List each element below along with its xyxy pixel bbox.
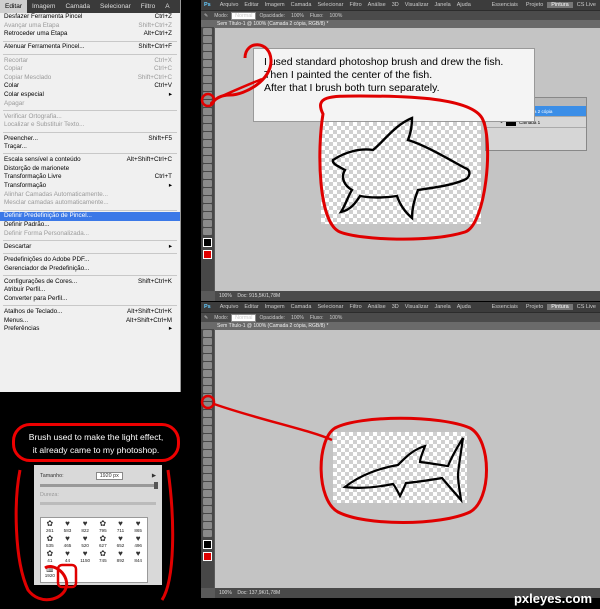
watermark: pxleyes.com: [513, 591, 592, 606]
red-annotation-circle: [209, 43, 273, 106]
brush-tool-marker: [200, 394, 216, 410]
brush-tool-marker: [200, 92, 216, 108]
annotation-overlay: [14, 43, 490, 602]
red-annotation-circle: [160, 469, 175, 601]
red-annotation-circle: [319, 416, 488, 524]
red-annotation-line: [213, 77, 263, 102]
fish-outline-bottom: [342, 437, 465, 504]
fish-outline-top: [331, 116, 471, 221]
red-annotation-line: [213, 402, 333, 442]
